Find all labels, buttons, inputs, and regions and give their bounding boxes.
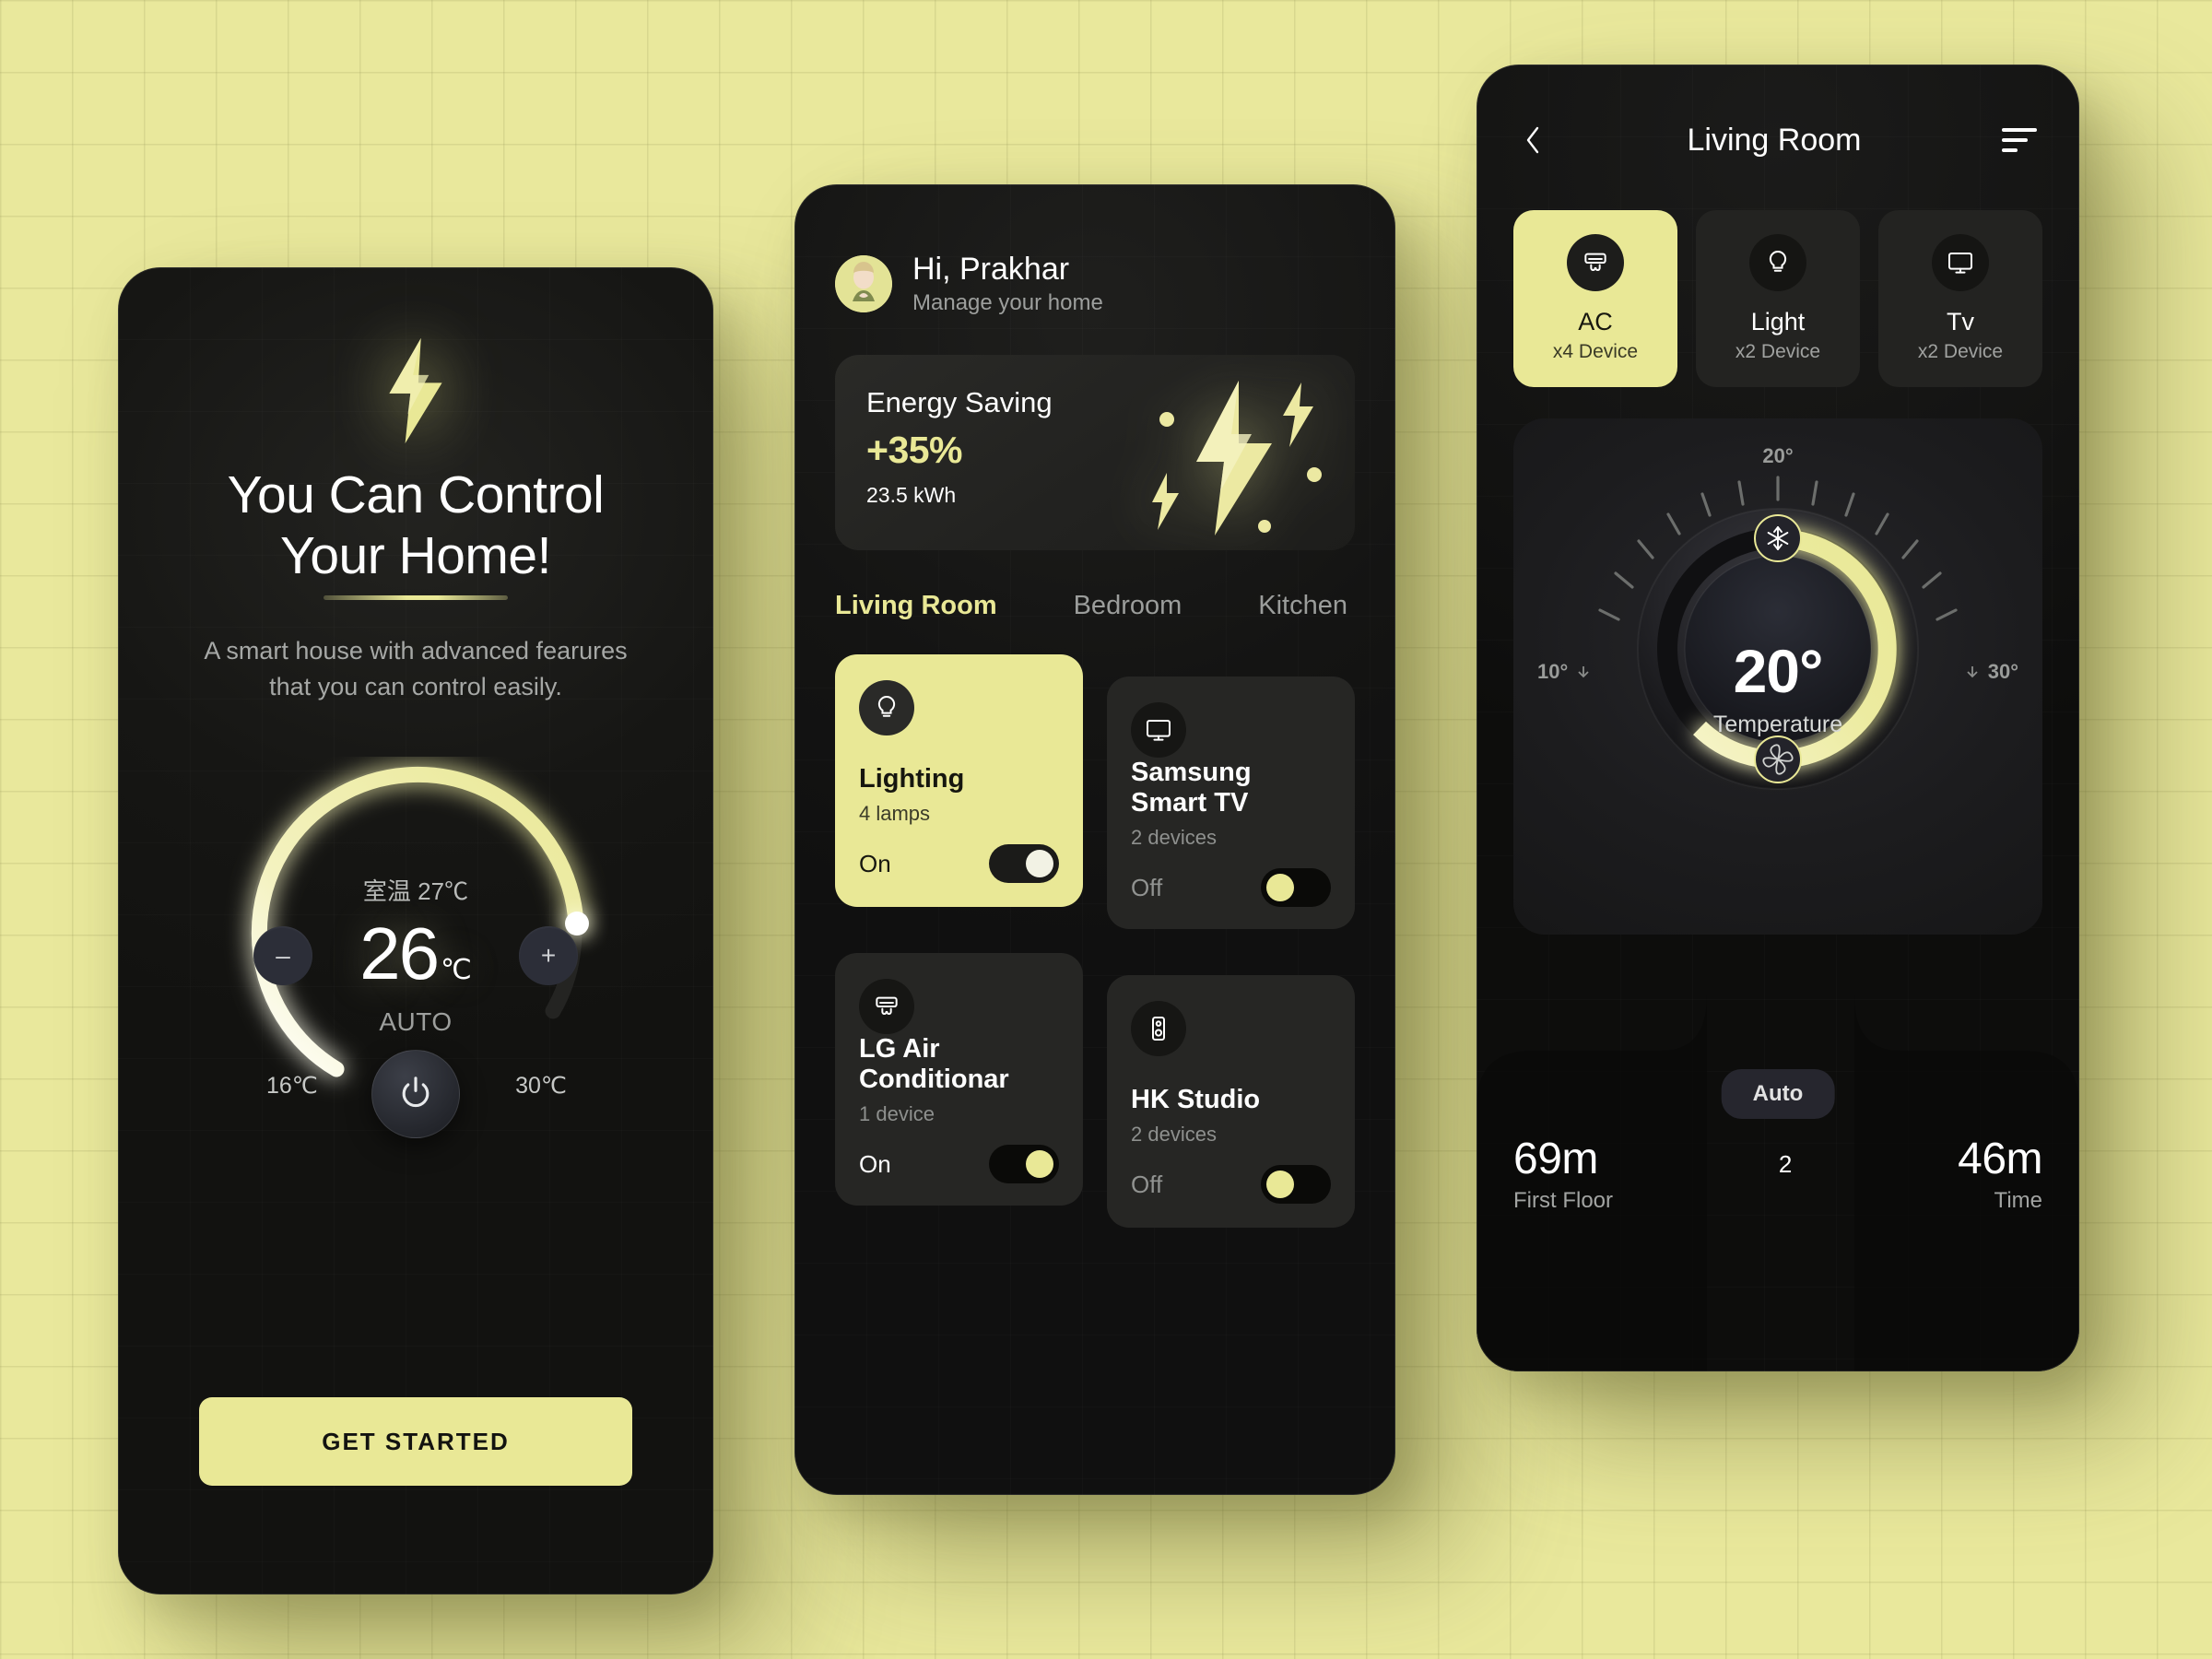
device-state: Off	[1131, 873, 1163, 901]
chip-label: Tv	[1947, 308, 1974, 335]
stat-time: 46m Time	[1958, 1134, 2042, 1214]
chip-ac[interactable]: AC x4 Device	[1513, 210, 1677, 387]
device-grid: Lighting 4 lamps On Samsung Smart TV 2 d…	[835, 654, 1355, 1229]
get-started-button[interactable]: GET STARTED	[199, 1397, 632, 1486]
stat-value: 46m	[1958, 1135, 2042, 1183]
range-max-label: 30℃	[515, 1072, 567, 1099]
chip-light[interactable]: Light x2 Device	[1696, 210, 1860, 387]
tab-kitchen[interactable]: Kitchen	[1258, 591, 1347, 621]
power-button[interactable]	[371, 1049, 460, 1138]
chip-label: Light	[1750, 308, 1806, 335]
onboarding-screen: You Can Control Your Home! A smart house…	[118, 267, 713, 1594]
greeting-row: Hi, Prakhar Manage your home	[835, 251, 1355, 316]
greeting-name: Hi, Prakhar	[912, 252, 1070, 287]
dial-mode-label: AUTO	[379, 1006, 453, 1036]
stat-label: Time	[1994, 1188, 2042, 1213]
lightning-bolt-icon	[1152, 381, 1322, 536]
user-avatar	[835, 254, 892, 312]
range-min-label: 16℃	[266, 1072, 318, 1099]
tab-living-room[interactable]: Living Room	[835, 591, 997, 621]
device-toggle[interactable]	[989, 844, 1059, 884]
stat-middle: 2	[1778, 1150, 1793, 1178]
page-subtitle: A smart house with advanced fearures tha…	[204, 633, 627, 705]
temperature-increase-button[interactable]: +	[519, 925, 578, 985]
back-button[interactable]	[1513, 121, 1552, 159]
device-name: Samsung Smart TV	[1131, 758, 1252, 818]
device-card-hk-studio[interactable]: HK Studio 2 devices Off	[1107, 975, 1355, 1229]
tick-label-top: 20°	[1762, 444, 1794, 467]
page-title: You Can Control Your Home!	[227, 465, 605, 601]
lightbulb-icon	[1749, 234, 1806, 291]
greeting-subtitle: Manage your home	[912, 290, 1103, 316]
tv-icon	[1932, 234, 1989, 291]
air-conditioner-icon	[1567, 234, 1624, 291]
tv-icon	[1131, 702, 1186, 759]
device-toggle[interactable]	[1261, 868, 1331, 908]
temperature-decrease-button[interactable]: –	[253, 925, 312, 985]
temperature-dial[interactable]: 室温 27℃ 26 ℃ AUTO – + 16℃ 30℃	[222, 757, 609, 1138]
device-name: LG Air Conditionar	[859, 1034, 1009, 1095]
greeting-text: Hi, Prakhar Manage your home	[912, 251, 1103, 316]
menu-button[interactable]	[1996, 123, 2042, 158]
snowflake-handle	[1754, 514, 1802, 562]
device-state: On	[859, 849, 891, 877]
stat-value: 69m	[1513, 1135, 1598, 1183]
thermostat-readout: 20° Temperature	[1513, 636, 2042, 738]
room-tabs: Living Room Bedroom Kitchen	[835, 591, 1355, 621]
temperature-unit: ℃	[441, 954, 472, 985]
menu-icon	[2001, 128, 2037, 132]
fan-handle	[1754, 735, 1802, 783]
power-icon	[402, 1077, 429, 1108]
stat-label: First Floor	[1513, 1188, 1613, 1213]
subtitle-line-2: that you can control easily.	[269, 673, 562, 701]
energy-saving-card[interactable]: Energy Saving +35% 23.5 kWh	[835, 355, 1355, 551]
avatar[interactable]	[835, 254, 892, 312]
title-line-2: Your Home!	[280, 526, 551, 586]
device-card-samsung-smart-tv[interactable]: Samsung Smart TV 2 devices Off	[1107, 677, 1355, 930]
chip-label: AC	[1578, 308, 1613, 335]
room-header: Living Room	[1513, 112, 2042, 168]
device-footer: Off	[1131, 868, 1331, 908]
lightning-bolt-icon	[389, 337, 442, 444]
home-screen: Hi, Prakhar Manage your home Energy Savi…	[794, 184, 1395, 1495]
device-type-chips: AC x4 Device Light x2 Device Tv x2 Devic…	[1513, 210, 2042, 387]
device-state: On	[859, 1149, 891, 1178]
chip-tv[interactable]: Tv x2 Device	[1878, 210, 2042, 387]
air-conditioner-icon	[859, 979, 914, 1035]
device-state: Off	[1131, 1170, 1163, 1198]
subtitle-line-1: A smart house with advanced fearures	[204, 637, 628, 665]
stat-floor: 69m First Floor	[1513, 1134, 1613, 1214]
thermostat-panel[interactable]: 20° 10° 30° 20° Temperature	[1513, 418, 2042, 935]
room-detail-screen: Living Room AC x4 Device Light x2 Device…	[1477, 65, 2079, 1371]
page-title: Living Room	[1687, 122, 1862, 158]
device-count: 1 device	[859, 1102, 935, 1126]
device-count: 2 devices	[1131, 826, 1217, 850]
device-footer: On	[859, 1145, 1059, 1184]
device-card-lighting[interactable]: Lighting 4 lamps On	[835, 654, 1083, 908]
device-name: Lighting	[859, 764, 965, 794]
thermostat-value: 20°	[1733, 637, 1824, 705]
thermostat-label: Temperature	[1712, 712, 1843, 737]
temperature-value: 26	[359, 912, 440, 994]
tab-bedroom[interactable]: Bedroom	[1074, 591, 1182, 621]
title-underline	[324, 595, 508, 601]
chevron-left-icon	[1526, 126, 1539, 154]
device-toggle[interactable]	[989, 1145, 1059, 1184]
room-temperature-label: 室温 27℃	[362, 877, 469, 905]
device-footer: Off	[1131, 1165, 1331, 1205]
speaker-icon	[1131, 1001, 1186, 1057]
lightbulb-icon	[859, 680, 914, 736]
device-name: HK Studio	[1131, 1085, 1261, 1115]
room-stats: 69m First Floor 2 46m Time	[1513, 1134, 2042, 1214]
chip-count: x2 Device	[1917, 341, 2004, 362]
chip-count: x2 Device	[1735, 341, 1821, 362]
device-count: 2 devices	[1131, 1123, 1217, 1147]
auto-mode-pill[interactable]: Auto	[1721, 1069, 1835, 1119]
chip-count: x4 Device	[1552, 341, 1639, 362]
device-footer: On	[859, 844, 1059, 884]
device-card-lg-air-conditionar[interactable]: LG Air Conditionar 1 device On	[835, 953, 1083, 1206]
device-count: 4 lamps	[859, 802, 931, 826]
title-line-1: You Can Control	[227, 465, 605, 524]
device-toggle[interactable]	[1261, 1165, 1331, 1205]
